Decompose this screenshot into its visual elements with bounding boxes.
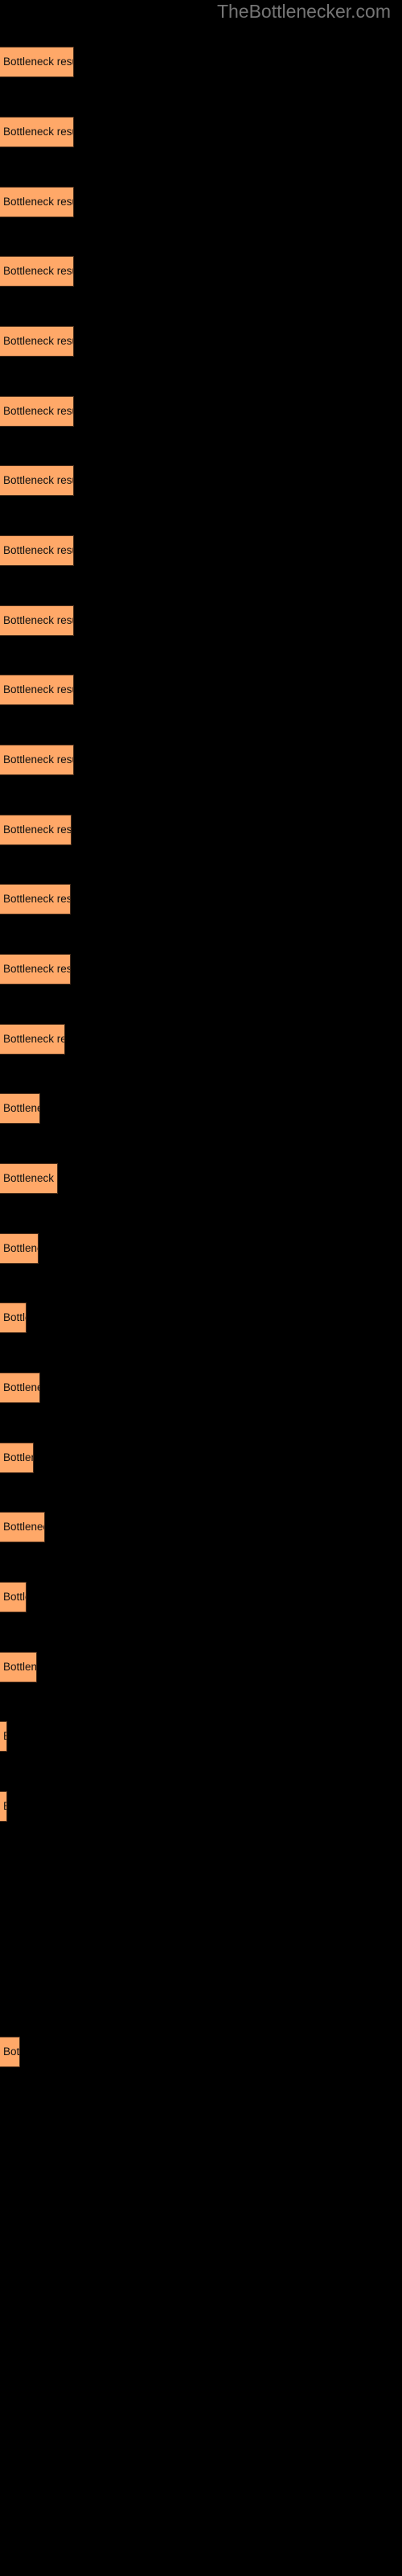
bar-bottleneck-result[interactable]: Bottleneck result <box>0 47 74 77</box>
bar-label: Bottleneck result <box>3 963 71 975</box>
bar-bottleneck-result[interactable]: Bottleneck result <box>0 187 74 217</box>
bar-bottleneck-result[interactable]: Bottleneck result <box>0 1373 40 1403</box>
bar-bottleneck-result[interactable]: Bottleneck result <box>0 1791 7 1822</box>
bar-label: Bottleneck result <box>3 683 73 696</box>
bar-bottleneck-result[interactable]: Bottleneck result <box>0 1302 27 1333</box>
bar-label: Bottleneck result <box>3 265 73 277</box>
bar-bottleneck-result[interactable]: Bottleneck result <box>0 1024 65 1055</box>
bar-label: Bottleneck result <box>3 1661 37 1673</box>
bar-bottleneck-result[interactable]: Bottleneck result <box>0 256 74 287</box>
bar-label: Bottleneck result <box>3 126 73 138</box>
bar-bottleneck-result[interactable]: Bottleneck result <box>0 465 74 496</box>
bar-label: Bottleneck result <box>3 1800 6 1813</box>
bar-label: Bottleneck result <box>3 474 73 486</box>
bar-label: Bottleneck result <box>3 1102 39 1114</box>
bar-bottleneck-result[interactable]: Bottleneck result <box>0 1163 58 1194</box>
bar-label: Bottleneck result <box>3 1591 26 1603</box>
bar-label: Bottleneck result <box>3 753 73 766</box>
bar-label: Bottleneck result <box>3 614 73 626</box>
bar-label: Bottleneck result <box>3 1730 6 1743</box>
bar-bottleneck-result[interactable]: Bottleneck result <box>0 326 74 357</box>
bar-bottleneck-result[interactable]: Bottleneck result <box>0 1652 37 1682</box>
bar-label: Bottleneck result <box>3 893 71 905</box>
bar-label: Bottleneck result <box>3 2046 20 2058</box>
bar-bottleneck-result[interactable]: Bottleneck result <box>0 1233 39 1264</box>
bar-bottleneck-result[interactable]: Bottleneck result <box>0 1582 27 1612</box>
bar-bottleneck-result[interactable]: Bottleneck result <box>0 954 71 985</box>
bar-bottleneck-result[interactable]: Bottleneck result <box>0 605 74 636</box>
bar-bottleneck-result[interactable]: Bottleneck result <box>0 1512 45 1542</box>
bar-label: Bottleneck result <box>3 1521 44 1533</box>
bar-bottleneck-result[interactable]: Bottleneck result <box>0 815 72 845</box>
bar-label: Bottleneck result <box>3 1381 39 1393</box>
bar-label: Bottleneck result <box>3 56 73 68</box>
site-watermark: TheBottlenecker.com <box>216 1 391 22</box>
bar-bottleneck-result[interactable]: Bottleneck result <box>0 1093 40 1124</box>
bar-bottleneck-result[interactable]: Bottleneck result <box>0 396 74 427</box>
bar-label: Bottleneck result <box>3 405 73 417</box>
bar-label: Bottleneck result <box>3 544 73 556</box>
bar-bottleneck-result[interactable]: Bottleneck result <box>0 884 71 914</box>
bar-bottleneck-result[interactable]: Bottleneck result <box>0 745 74 775</box>
bar-bottleneck-result[interactable]: Bottleneck result <box>0 675 74 705</box>
bar-label: Bottleneck result <box>3 1311 26 1323</box>
bar-label: Bottleneck result <box>3 1172 57 1184</box>
bar-label: Bottleneck result <box>3 335 73 347</box>
bar-label: Bottleneck result <box>3 196 73 208</box>
bar-bottleneck-result[interactable]: Bottleneck result <box>0 1721 7 1752</box>
bar-bottleneck-result[interactable]: Bottleneck result <box>0 117 74 147</box>
bar-bottleneck-result[interactable]: Bottleneck result <box>0 1443 34 1473</box>
bar-label: Bottleneck result <box>3 1242 38 1254</box>
bar-label: Bottleneck result <box>3 1033 64 1045</box>
bar-bottleneck-result[interactable]: Bottleneck result <box>0 535 74 566</box>
bar-label: Bottleneck result <box>3 1451 33 1463</box>
bar-label: Bottleneck result <box>3 824 72 836</box>
bar-bottleneck-result[interactable]: Bottleneck result <box>0 2037 20 2067</box>
bottleneck-chart: TheBottlenecker.com Bottleneck result Bot… <box>0 0 402 2576</box>
